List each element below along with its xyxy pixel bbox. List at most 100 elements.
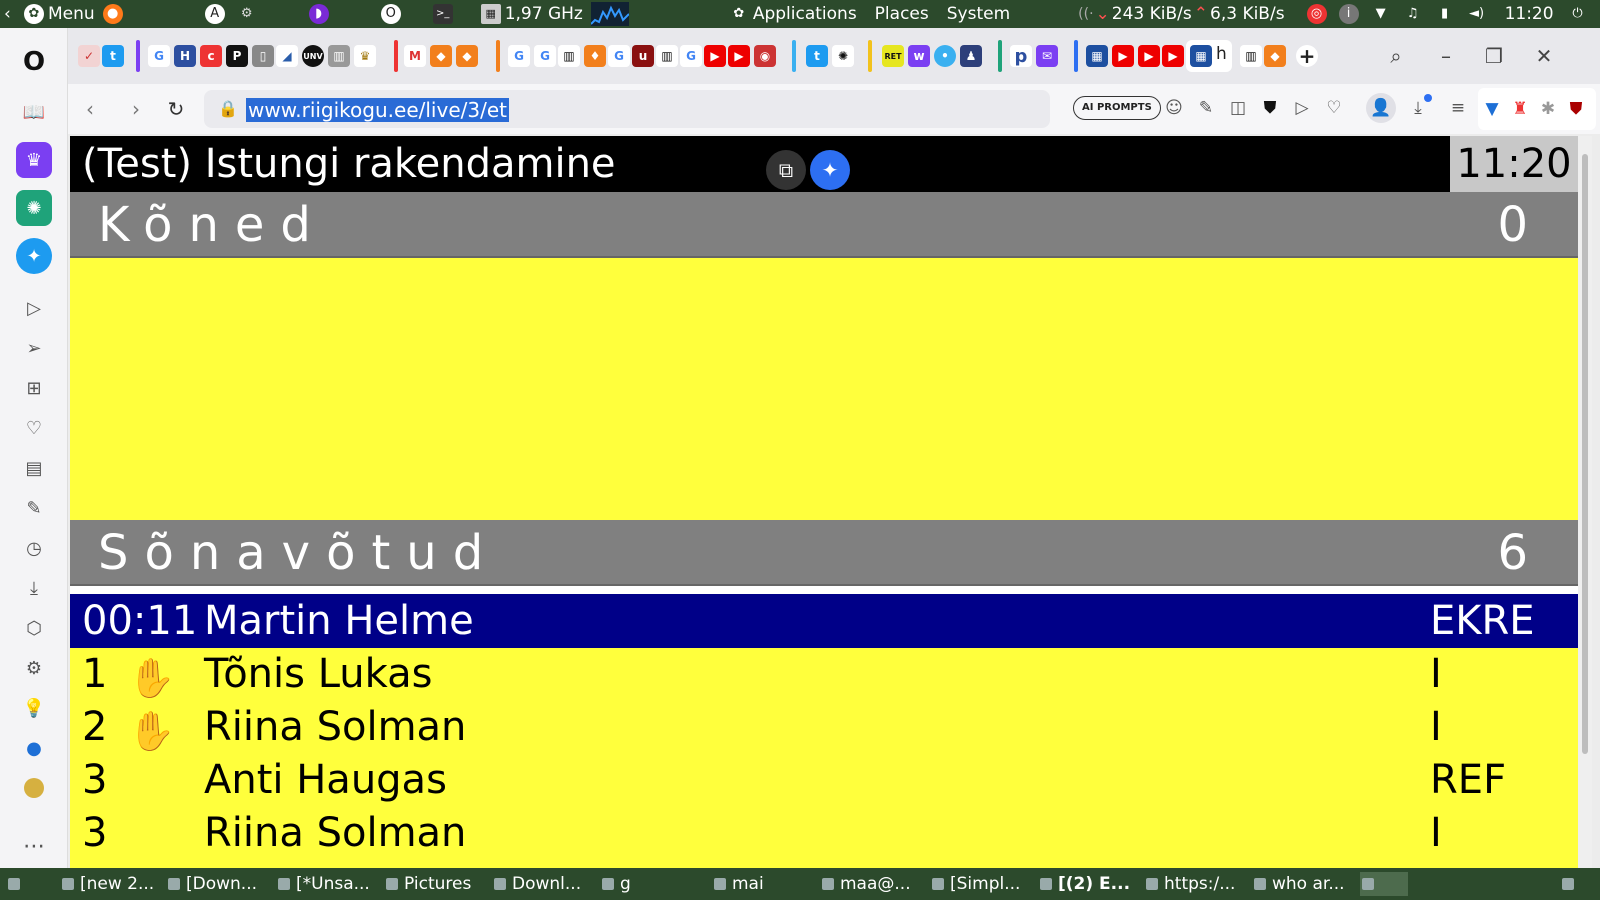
- camera-icon[interactable]: ◫: [1226, 96, 1250, 120]
- tab-owl-icon[interactable]: ◉: [754, 45, 776, 67]
- adblock-shield-icon[interactable]: ⛊: [1258, 96, 1282, 120]
- profile-icon[interactable]: 👤: [1366, 93, 1396, 123]
- twitter-icon[interactable]: ✦: [16, 238, 52, 274]
- downloads-toolbar-icon[interactable]: ⤓: [1406, 94, 1432, 120]
- battery-icon[interactable]: ▮: [1431, 0, 1463, 28]
- opera-menu-icon[interactable]: O: [16, 44, 52, 80]
- tab-archive-icon[interactable]: ▥: [558, 45, 580, 67]
- tab-search-icon[interactable]: ⌕: [1382, 42, 1410, 70]
- tips-lightbulb-icon[interactable]: 💡: [16, 690, 52, 726]
- network-speed-indicator[interactable]: ((· ⌄ 243 KiB/s ⌃ 6,3 KiB/s: [1074, 0, 1288, 28]
- tab-unv-icon[interactable]: UNV: [302, 45, 324, 67]
- tab-group-red[interactable]: [394, 40, 398, 72]
- tab-dot-icon[interactable]: •: [934, 45, 956, 67]
- url-text[interactable]: www.riigikogu.ee/live/3/et: [246, 98, 509, 122]
- reload-icon[interactable]: ↻: [162, 95, 190, 123]
- news-icon[interactable]: ▤: [16, 450, 52, 486]
- wallet-coin-icon[interactable]: [16, 770, 52, 806]
- privacy-indicator-icon[interactable]: i: [1335, 0, 1367, 28]
- tab-book-icon[interactable]: ▥: [328, 45, 350, 67]
- extensions-cube-icon[interactable]: ⬡: [16, 610, 52, 646]
- taskbar-item[interactable]: [*Unsa...: [276, 872, 370, 896]
- tab-youtube-icon-5[interactable]: ▶: [1162, 45, 1184, 67]
- panel-left-arrow-icon[interactable]: ‹: [0, 0, 20, 28]
- scrollbar-thumb[interactable]: [1582, 154, 1588, 754]
- address-bar[interactable]: 🔒 www.riigikogu.ee/live/3/et: [204, 90, 1050, 128]
- speed-dial-icon[interactable]: ⊞: [16, 370, 52, 406]
- send-icon[interactable]: ➢: [16, 330, 52, 366]
- panel-clock[interactable]: 11:20: [1501, 0, 1558, 28]
- system-menu[interactable]: System: [943, 0, 1014, 28]
- tab-grid-icon[interactable]: ▦: [1086, 45, 1108, 67]
- tab-h-icon[interactable]: H: [174, 45, 196, 67]
- active-tab[interactable]: ▦ h: [1186, 40, 1232, 72]
- ublock-origin-icon[interactable]: ⛊: [1564, 97, 1588, 121]
- tab-twitter-icon[interactable]: t: [102, 45, 124, 67]
- tab-google-icon-4[interactable]: G: [608, 45, 630, 67]
- tab-ret-icon[interactable]: RET: [882, 45, 904, 67]
- taskbar-item[interactable]: who ar...: [1252, 872, 1345, 896]
- wifi-icon[interactable]: ▼: [1367, 0, 1399, 28]
- edit-note-icon[interactable]: ✎: [1194, 96, 1218, 120]
- share-send-icon[interactable]: ▷: [1290, 96, 1314, 120]
- notification-bell-icon[interactable]: ♫: [1399, 0, 1431, 28]
- taskbar-item[interactable]: [(2) E...: [1038, 872, 1130, 896]
- ai-prompts-button[interactable]: AI PROMPTS: [1073, 96, 1161, 120]
- chat-bubble-icon[interactable]: ●: [16, 730, 52, 766]
- tab-ublock-icon[interactable]: u: [632, 45, 654, 67]
- extension-funnel-icon[interactable]: ▼: [1480, 97, 1504, 121]
- taskbar-item[interactable]: [new 2...: [60, 872, 154, 896]
- tab-fire-icon[interactable]: ♦: [584, 45, 606, 67]
- tab-google-icon-5[interactable]: G: [680, 45, 702, 67]
- taskbar-item[interactable]: [Simpl...: [930, 872, 1020, 896]
- close-icon[interactable]: ✕: [1530, 42, 1558, 70]
- system-monitor-graph[interactable]: [587, 0, 633, 28]
- tab-youtube-icon-3[interactable]: ▶: [1112, 45, 1134, 67]
- tab-group-dark-blue[interactable]: [1074, 40, 1078, 72]
- tab-portrait-icon[interactable]: ♟: [960, 45, 982, 67]
- chatgpt-icon[interactable]: ✺: [16, 190, 52, 226]
- taskbar-item[interactable]: https:/...: [1144, 872, 1235, 896]
- tab-pinterest-p-icon[interactable]: p: [1010, 45, 1032, 67]
- tab-fox-icon[interactable]: ◆: [430, 45, 452, 67]
- tab-group-green[interactable]: [998, 40, 1002, 72]
- terminal-launcher-icon[interactable]: >_: [429, 0, 461, 28]
- taskbar-item[interactable]: g: [600, 872, 631, 896]
- places-menu[interactable]: Places: [871, 0, 933, 28]
- emoji-icon[interactable]: ☺: [1162, 96, 1186, 120]
- show-desktop-button[interactable]: [6, 872, 44, 896]
- aria-crown-icon[interactable]: ♛: [16, 142, 52, 178]
- tab-archive-icon-3[interactable]: ▥: [1240, 45, 1262, 67]
- taskbar-tray-icon[interactable]: [1560, 872, 1584, 896]
- minimize-icon[interactable]: –: [1432, 42, 1460, 70]
- tab-archive-icon-2[interactable]: ▥: [656, 45, 678, 67]
- tab-group-blue[interactable]: [792, 40, 796, 72]
- extension-red-icon[interactable]: ♜: [1508, 97, 1532, 121]
- tab-telegram-icon[interactable]: ◢: [276, 45, 298, 67]
- forward-icon[interactable]: ›: [122, 95, 150, 123]
- tab-mail-icon[interactable]: ✉: [1036, 45, 1058, 67]
- tab-youtube-icon[interactable]: ▶: [704, 45, 726, 67]
- applications-menu[interactable]: ✿ Applications: [725, 0, 861, 28]
- tab-twitter-icon-2[interactable]: t: [806, 45, 828, 67]
- tab-chatgpt-icon[interactable]: ✺: [832, 45, 854, 67]
- history-clock-icon[interactable]: ◷: [16, 530, 52, 566]
- settings-gear-icon[interactable]: ⚙: [16, 650, 52, 686]
- downloads-icon[interactable]: ⤓: [16, 570, 52, 606]
- bookmark-heart-icon[interactable]: ♡: [1322, 96, 1346, 120]
- pinboard-icon[interactable]: ✎: [16, 490, 52, 526]
- cpu-freq-indicator[interactable]: ▦ 1,97 GHz: [477, 0, 587, 28]
- ai-sparkle-icon[interactable]: ✦: [810, 150, 850, 190]
- picture-in-picture-icon[interactable]: ⧉: [766, 150, 806, 190]
- back-icon[interactable]: ‹: [76, 95, 104, 123]
- player-icon[interactable]: ▷: [16, 290, 52, 326]
- tab-fox-icon-3[interactable]: ◆: [1264, 45, 1286, 67]
- easy-setup-icon[interactable]: ≡: [1446, 96, 1470, 120]
- sidebar-more-icon[interactable]: ⋯: [16, 828, 52, 864]
- new-tab-plus-icon[interactable]: +: [1296, 44, 1318, 68]
- tab-group-orange[interactable]: [496, 40, 500, 72]
- accessibility-icon[interactable]: A: [201, 0, 233, 28]
- tab-google-icon-2[interactable]: G: [508, 45, 530, 67]
- taskbar-item[interactable]: Pictures: [384, 872, 471, 896]
- taskbar-item[interactable]: Downl...: [492, 872, 581, 896]
